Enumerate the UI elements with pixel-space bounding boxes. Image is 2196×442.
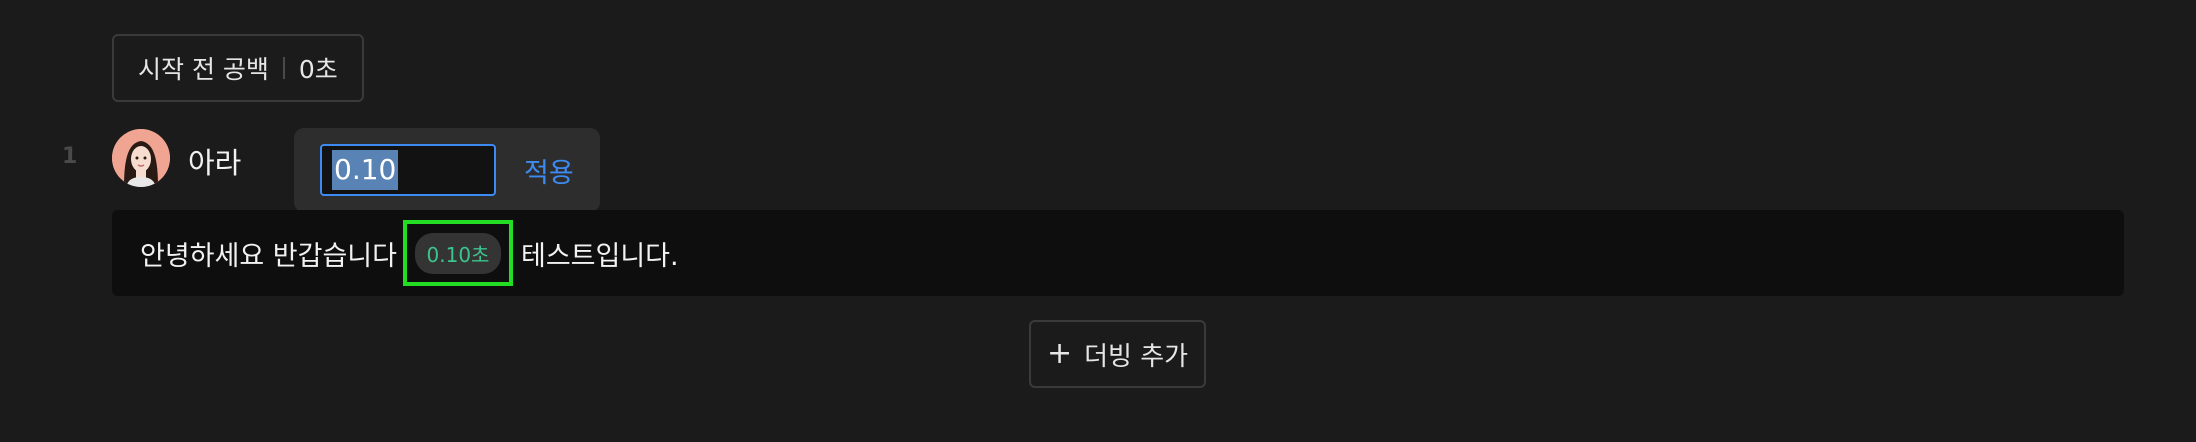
avatar-image <box>112 129 170 187</box>
pause-edit-popover: 0.10 적용 <box>294 128 600 223</box>
pre-gap-value: 0초 <box>298 55 338 84</box>
sentence-line[interactable]: 안녕하세요 반갑습니다 0.10초 테스트입니다. <box>112 210 2124 296</box>
row-number: 1 <box>62 144 78 169</box>
apply-button[interactable]: 적용 <box>524 151 574 190</box>
plus-icon: + <box>1046 336 1073 371</box>
dubbing-editor: 시작 전 공백 0초 1 아라 0.10 적용 안녕하세요 반갑습니다 0.10… <box>0 0 2196 442</box>
speaker-avatar[interactable] <box>112 129 170 187</box>
speaker-name: 아라 <box>188 146 242 180</box>
pre-gap-label: 시작 전 공백 <box>138 55 269 84</box>
sentence-text-after: 테스트입니다. <box>520 240 679 272</box>
pause-chip[interactable]: 0.10초 <box>414 232 502 274</box>
pause-duration-value: 0.10 <box>332 150 399 190</box>
add-dubbing-label: 더빙 추가 <box>1084 341 1189 372</box>
pre-gap-box[interactable]: 시작 전 공백 0초 <box>112 34 364 102</box>
add-dubbing-button[interactable]: + 더빙 추가 <box>1029 320 1206 388</box>
pause-duration-input[interactable]: 0.10 <box>320 144 496 196</box>
divider <box>282 57 285 79</box>
pause-chip-highlight: 0.10초 <box>402 220 513 286</box>
sentence-text-before: 안녕하세요 반갑습니다 <box>140 240 397 272</box>
